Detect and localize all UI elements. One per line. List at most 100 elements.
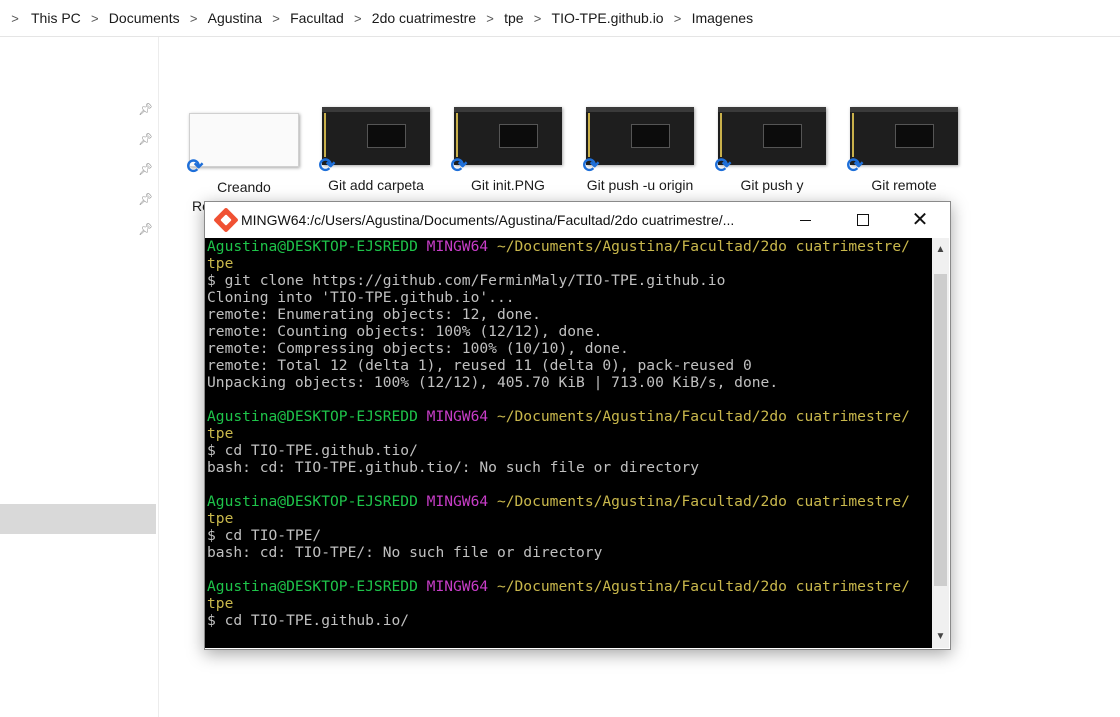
terminal-text: remote: Counting objects: 100% (12/12), …: [207, 323, 603, 340]
breadcrumb-item[interactable]: This PC: [30, 10, 82, 26]
breadcrumb-item[interactable]: 2do cuatrimestre: [371, 10, 477, 26]
terminal-text: $ cd TIO-TPE.github.io/: [207, 612, 410, 629]
chevron-right-icon[interactable]: >: [88, 11, 102, 26]
terminal-line: tpe: [207, 255, 934, 272]
terminal-line: Unpacking objects: 100% (12/12), 405.70 …: [207, 374, 934, 391]
file-label: Git push -u origin: [586, 177, 694, 193]
terminal-line: remote: Enumerating objects: 12, done.: [207, 306, 934, 323]
terminal-text: $ cd TIO-TPE.github.tio/: [207, 442, 418, 459]
file-item[interactable]: ⟳ Creando: [187, 107, 299, 195]
chevron-right-icon[interactable]: >: [483, 11, 497, 26]
breadcrumb-item[interactable]: Agustina: [207, 10, 263, 26]
sync-icon: ⟳: [318, 155, 336, 177]
file-item[interactable]: ⟳ Git push y: [715, 107, 827, 193]
terminal-text: bash: cd: TIO-TPE/: No such file or dire…: [207, 544, 603, 561]
breadcrumb-item[interactable]: tpe: [503, 10, 524, 26]
terminal-line: tpe: [207, 595, 934, 612]
terminal-scrollbar[interactable]: ▲ ▼: [932, 238, 949, 648]
breadcrumb-item[interactable]: Facultad: [289, 10, 345, 26]
terminal-line: Agustina@DESKTOP-EJSREDD MINGW64 ~/Docum…: [207, 238, 934, 255]
file-item[interactable]: ⟳ Git push -u origin: [583, 107, 695, 193]
minimize-button[interactable]: [776, 202, 834, 238]
terminal-line: $ cd TIO-TPE/: [207, 527, 934, 544]
chevron-right-icon[interactable]: >: [351, 11, 365, 26]
terminal-line: Cloning into 'TIO-TPE.github.io'...: [207, 289, 934, 306]
terminal-text: bash: cd: TIO-TPE.github.tio/: No such f…: [207, 459, 700, 476]
sync-icon: ⟳: [714, 155, 732, 177]
breadcrumb-item[interactable]: TIO-TPE.github.io: [551, 10, 665, 26]
terminal-line: $ cd TIO-TPE.github.io/: [207, 612, 934, 629]
breadcrumb-item[interactable]: Imagenes: [691, 10, 754, 26]
file-thumbnail: ⟳: [847, 107, 958, 177]
file-item[interactable]: ⟳ Git remote: [847, 107, 959, 193]
file-label: Git push y: [740, 177, 804, 193]
file-thumbnail: ⟳: [583, 107, 694, 177]
terminal-text: $ git clone https://github.com/FerminMal…: [207, 272, 726, 289]
terminal-line: Agustina@DESKTOP-EJSREDD MINGW64 ~/Docum…: [207, 408, 934, 425]
terminal-titlebar[interactable]: MINGW64:/c/Users/Agustina/Documents/Agus…: [205, 202, 950, 238]
sync-icon: ⟳: [846, 155, 864, 177]
terminal-line: remote: Total 12 (delta 1), reused 11 (d…: [207, 357, 934, 374]
terminal-line: Agustina@DESKTOP-EJSREDD MINGW64 ~/Docum…: [207, 493, 934, 510]
terminal-text: Agustina@DESKTOP-EJSREDD: [207, 238, 427, 255]
terminal-line: tpe: [207, 425, 934, 442]
file-thumbnail: ⟳: [319, 107, 430, 177]
terminal-output[interactable]: Agustina@DESKTOP-EJSREDD MINGW64 ~/Docum…: [205, 238, 934, 648]
git-logo-icon: [213, 207, 239, 233]
terminal-text: Unpacking objects: 100% (12/12), 405.70 …: [207, 374, 779, 391]
terminal-window[interactable]: MINGW64:/c/Users/Agustina/Documents/Agus…: [204, 201, 951, 650]
terminal-line: $ cd TIO-TPE.github.tio/: [207, 442, 934, 459]
terminal-text: tpe: [207, 425, 234, 442]
navigation-pane: 📌︎ 📌︎ 📌︎ 📌︎ 📌︎: [0, 37, 159, 717]
terminal-text: Agustina@DESKTOP-EJSREDD: [207, 493, 427, 510]
scroll-down-icon[interactable]: ▼: [932, 628, 949, 645]
terminal-text: MINGW64: [426, 238, 497, 255]
maximize-button[interactable]: [834, 202, 892, 238]
scroll-up-icon[interactable]: ▲: [932, 241, 949, 258]
terminal-text: remote: Enumerating objects: 12, done.: [207, 306, 541, 323]
file-item[interactable]: ⟳ Git init.PNG: [451, 107, 563, 193]
chevron-right-icon[interactable]: >: [187, 11, 201, 26]
terminal-text: MINGW64: [426, 408, 497, 425]
chevron-right-icon[interactable]: >: [8, 11, 22, 26]
file-thumbnail: ⟳: [451, 107, 562, 177]
file-thumbnail: ⟳: [715, 107, 826, 177]
terminal-text: tpe: [207, 510, 234, 527]
terminal-text: remote: Total 12 (delta 1), reused 11 (d…: [207, 357, 752, 374]
pin-icon: 📌︎: [138, 132, 154, 146]
terminal-text: ~/Documents/Agustina/Facultad/2do cuatri…: [496, 408, 910, 425]
file-item[interactable]: ⟳ Git add carpeta: [319, 107, 431, 193]
pin-icon: 📌︎: [138, 192, 154, 206]
terminal-text: MINGW64: [426, 493, 497, 510]
breadcrumb: > This PC > Documents > Agustina > Facultad >2do…: [0, 0, 1120, 37]
terminal-text: ~/Documents/Agustina/Facultad/2do cuatri…: [496, 493, 910, 510]
file-label: Git remote: [871, 177, 937, 193]
sync-icon: ⟳: [186, 156, 204, 178]
terminal-text: remote: Compressing objects: 100% (10/10…: [207, 340, 629, 357]
close-icon: ✕: [911, 209, 929, 231]
chevron-right-icon[interactable]: >: [531, 11, 545, 26]
file-label: Git init.PNG: [471, 177, 545, 193]
chevron-right-icon[interactable]: >: [269, 11, 283, 26]
terminal-line: remote: Counting objects: 100% (12/12), …: [207, 323, 934, 340]
terminal-text: Agustina@DESKTOP-EJSREDD: [207, 408, 427, 425]
scrollbar-thumb[interactable]: [934, 274, 947, 586]
terminal-line: remote: Compressing objects: 100% (10/10…: [207, 340, 934, 357]
pin-icon: 📌︎: [138, 102, 154, 116]
terminal-line: Agustina@DESKTOP-EJSREDD MINGW64 ~/Docum…: [207, 578, 934, 595]
file-thumbnail: ⟳: [187, 113, 299, 178]
terminal-text: tpe: [207, 595, 234, 612]
pin-icon: 📌︎: [138, 222, 154, 236]
breadcrumb-item[interactable]: Documents: [108, 10, 181, 26]
terminal-text: ~/Documents/Agustina/Facultad/2do cuatri…: [496, 238, 910, 255]
terminal-line: bash: cd: TIO-TPE/: No such file or dire…: [207, 544, 934, 561]
close-button[interactable]: ✕: [891, 202, 949, 238]
terminal-text: Agustina@DESKTOP-EJSREDD: [207, 578, 427, 595]
terminal-line: tpe: [207, 510, 934, 527]
chevron-right-icon[interactable]: >: [671, 11, 685, 26]
terminal-text: MINGW64: [426, 578, 497, 595]
file-label: Git add carpeta: [328, 177, 424, 193]
nav-selected-item[interactable]: [0, 504, 156, 534]
